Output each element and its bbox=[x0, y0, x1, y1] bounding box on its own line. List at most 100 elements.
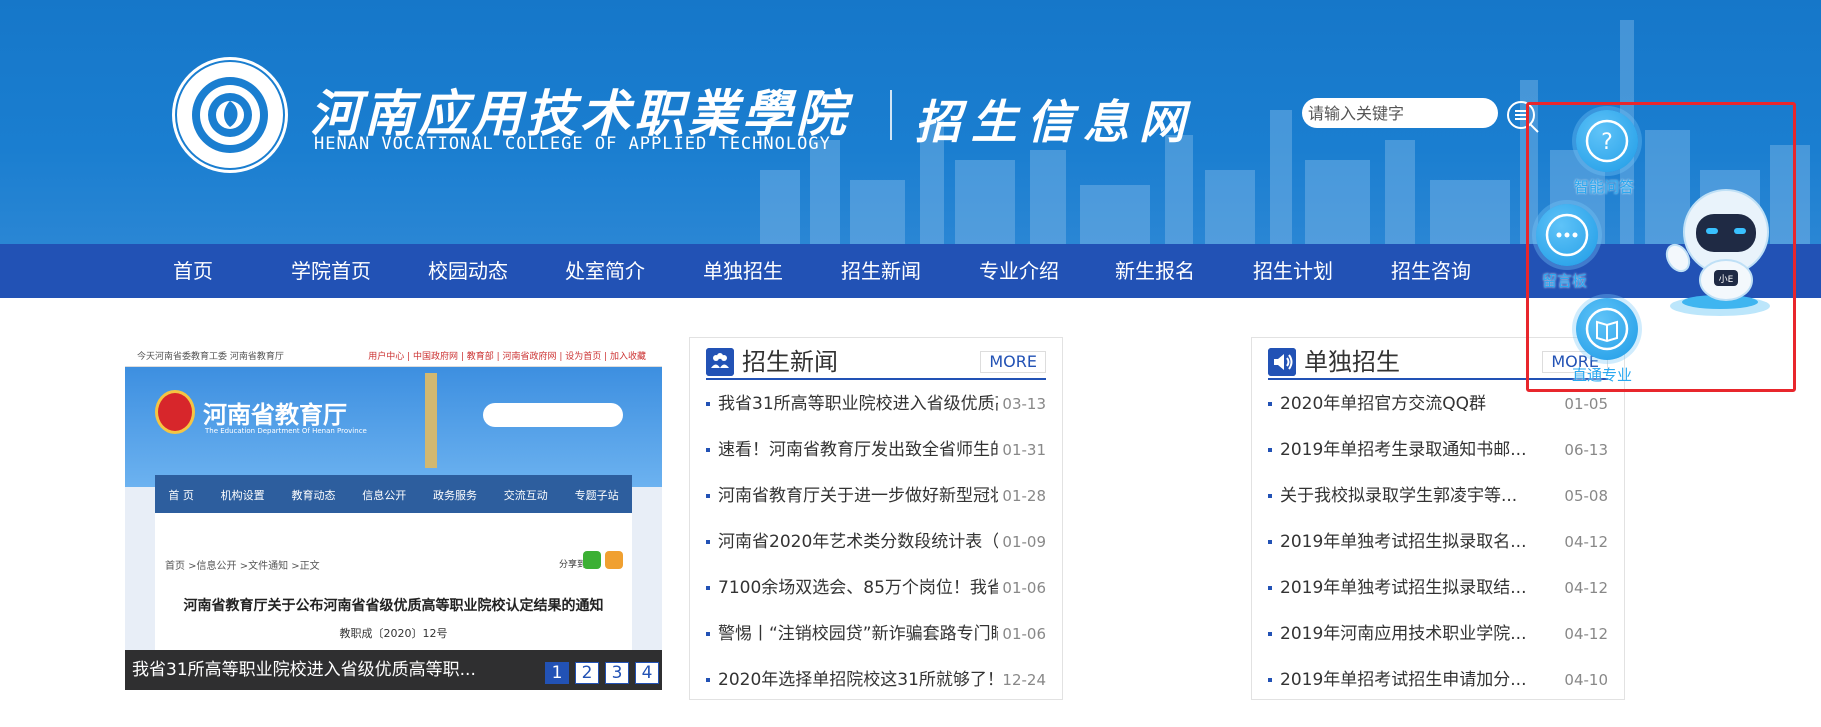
news-item[interactable]: 2019年单独考试招生拟录取结... 04-12 bbox=[1268, 576, 1608, 600]
bullet-icon bbox=[706, 448, 710, 452]
slide-tower bbox=[425, 373, 437, 468]
panel-header: 招生新闻 MORE bbox=[706, 344, 1046, 380]
slider-page-3[interactable]: 3 bbox=[605, 662, 629, 684]
emblem-icon bbox=[155, 390, 195, 434]
slide-menu-item: 信息公开 bbox=[362, 489, 407, 502]
panel-title: 单独招生 bbox=[1304, 348, 1400, 376]
news-date: 01-31 bbox=[1002, 441, 1046, 459]
slider-page-1[interactable]: 1 bbox=[545, 662, 569, 684]
bullet-icon bbox=[1268, 494, 1272, 498]
news-item[interactable]: 2020年单招官方交流QQ群 01-05 bbox=[1268, 392, 1608, 416]
nav-item-admission-news[interactable]: 招生新闻 bbox=[841, 244, 921, 298]
direct-major-label[interactable]: 直通专业 bbox=[1572, 364, 1632, 385]
slider-image[interactable]: 今天河南省委教育工委 河南省教育厅 用户中心 | 中国政府网 | 教育部 | 河… bbox=[125, 345, 662, 690]
bullet-icon bbox=[706, 494, 710, 498]
news-date: 04-10 bbox=[1564, 671, 1608, 689]
bullet-icon bbox=[1268, 632, 1272, 636]
nav-item-registration[interactable]: 新生报名 bbox=[1115, 244, 1195, 298]
news-item[interactable]: 我省31所高等职业院校进入省级优质高等职业...03-13 bbox=[706, 392, 1046, 416]
nav-item-admission-plan[interactable]: 招生计划 bbox=[1253, 244, 1333, 298]
news-item[interactable]: 2019年单招考试招生申请加分... 04-10 bbox=[1268, 668, 1608, 692]
slide-search bbox=[483, 403, 623, 427]
news-date: 01-05 bbox=[1564, 395, 1608, 413]
nav-item-home[interactable]: 首页 bbox=[173, 244, 213, 298]
people-icon bbox=[706, 348, 734, 376]
slider-caption[interactable]: 我省31所高等职业院校进入省级优质高等职... bbox=[132, 650, 476, 690]
slide-share: 分享到 bbox=[559, 560, 587, 570]
slide-menu-item: 政务服务 bbox=[433, 489, 478, 502]
slide-dept-name: 河南省教育厅 bbox=[203, 401, 347, 429]
news-title[interactable]: 2020年单招官方交流QQ群 bbox=[1280, 392, 1560, 416]
nav-item-majors[interactable]: 专业介绍 bbox=[979, 244, 1059, 298]
message-board-button[interactable]: 留言板 bbox=[1536, 204, 1606, 294]
bullet-icon bbox=[706, 402, 710, 406]
news-date: 06-13 bbox=[1564, 441, 1608, 459]
nav-item-consultation[interactable]: 招生咨询 bbox=[1391, 244, 1471, 298]
news-date: 12-24 bbox=[1002, 671, 1046, 689]
slide-menu-item: 机构设置 bbox=[220, 489, 265, 502]
slide-menu-item: 首 页 bbox=[168, 489, 194, 502]
bullet-icon bbox=[1268, 678, 1272, 682]
logo-divider bbox=[890, 90, 892, 140]
news-title[interactable]: 河南省教育厅关于进一步做好新型冠状病毒感... bbox=[718, 484, 998, 508]
smart-qa-label[interactable]: 智能问答 bbox=[1574, 176, 1634, 197]
bullet-icon bbox=[1268, 540, 1272, 544]
news-title[interactable]: 速看！河南省教育厅发出致全省师生的一封信！ bbox=[718, 438, 998, 462]
news-title[interactable]: 2019年单招考试招生申请加分... bbox=[1280, 668, 1560, 692]
news-item[interactable]: 2019年单独考试招生拟录取名... 04-12 bbox=[1268, 530, 1608, 554]
news-item[interactable]: 河南省教育厅关于进一步做好新型冠状病毒感...01-28 bbox=[706, 484, 1046, 508]
slide-article-no: 教职成〔2020〕12号 bbox=[339, 627, 448, 640]
bullet-icon bbox=[1268, 402, 1272, 406]
news-title[interactable]: 2019年单独考试招生拟录取名... bbox=[1280, 530, 1560, 554]
nav-item-college-home[interactable]: 学院首页 bbox=[291, 244, 371, 298]
college-name-en: HENAN VOCATIONAL COLLEGE OF APPLIED TECH… bbox=[314, 134, 831, 154]
news-item[interactable]: 警惕丨“注销校园贷”新诈骗套路专门瞄准90...01-06 bbox=[706, 622, 1046, 646]
news-item[interactable]: 速看！河南省教育厅发出致全省师生的一封信！01-31 bbox=[706, 438, 1046, 462]
slide-menu-item: 交流互动 bbox=[503, 489, 548, 502]
news-title[interactable]: 2020年选择单招院校这31所就够了！河南省省... bbox=[718, 668, 998, 692]
news-date: 05-08 bbox=[1564, 487, 1608, 505]
news-date: 04-12 bbox=[1564, 533, 1608, 551]
news-item[interactable]: 7100余场双选会、85万个岗位！我省为61万余...01-06 bbox=[706, 576, 1046, 600]
news-date: 04-12 bbox=[1564, 625, 1608, 643]
news-date: 01-28 bbox=[1002, 487, 1046, 505]
news-item[interactable]: 2020年选择单招院校这31所就够了！河南省省...12-24 bbox=[706, 668, 1046, 692]
bullet-icon bbox=[1268, 586, 1272, 590]
smart-qa-button[interactable]: ? 智能问答 bbox=[1574, 110, 1654, 200]
direct-major-button[interactable]: 直通专业 bbox=[1570, 298, 1650, 388]
news-date: 04-12 bbox=[1564, 579, 1608, 597]
news-title[interactable]: 关于我校拟录取学生郭凌宇等... bbox=[1280, 484, 1560, 508]
news-title[interactable]: 我省31所高等职业院校进入省级优质高等职业... bbox=[718, 392, 998, 416]
news-slider[interactable]: 今天河南省委教育工委 河南省教育厅 用户中心 | 中国政府网 | 教育部 | 河… bbox=[125, 345, 662, 690]
news-item[interactable]: 2019年河南应用技术职业学院... 04-12 bbox=[1268, 622, 1608, 646]
bullet-icon bbox=[706, 678, 710, 682]
slider-page-4[interactable]: 4 bbox=[635, 662, 659, 684]
slide-top-links: 今天河南省委教育工委 河南省教育厅 bbox=[137, 352, 284, 362]
nav-item-department[interactable]: 处室简介 bbox=[565, 244, 645, 298]
search-input[interactable] bbox=[1302, 98, 1498, 128]
news-title[interactable]: 2019年单招考生录取通知书邮... bbox=[1280, 438, 1560, 462]
slide-top-right: 用户中心 | 中国政府网 | 教育部 | 河南省政府网 | 设为首页 | 加入收… bbox=[368, 352, 646, 362]
chat-dots-icon bbox=[1536, 204, 1598, 266]
news-item[interactable]: 2019年单招考生录取通知书邮... 06-13 bbox=[1268, 438, 1608, 462]
news-title[interactable]: 7100余场双选会、85万个岗位！我省为61万余... bbox=[718, 576, 998, 600]
bullet-icon bbox=[1268, 448, 1272, 452]
slide-article-title: 河南省教育厅关于公布河南省省级优质高等职业院校认定结果的通知 bbox=[183, 598, 604, 614]
news-title[interactable]: 2019年单独考试招生拟录取结... bbox=[1280, 576, 1560, 600]
news-title[interactable]: 警惕丨“注销校园贷”新诈骗套路专门瞄准90... bbox=[718, 622, 998, 646]
news-title[interactable]: 2019年河南应用技术职业学院... bbox=[1280, 622, 1560, 646]
slider-page-2[interactable]: 2 bbox=[575, 662, 599, 684]
nav-item-single-enrollment[interactable]: 单独招生 bbox=[703, 244, 783, 298]
slide-dept-en: The Education Department Of Henan Provin… bbox=[205, 427, 367, 435]
robot-badge-text: 小E bbox=[1719, 274, 1734, 285]
weibo-icon bbox=[605, 551, 623, 569]
bullet-icon bbox=[706, 586, 710, 590]
wechat-icon bbox=[583, 551, 601, 569]
nav-item-campus-news[interactable]: 校园动态 bbox=[428, 244, 508, 298]
news-item[interactable]: 关于我校拟录取学生郭凌宇等... 05-08 bbox=[1268, 484, 1608, 508]
message-board-label[interactable]: 留言板 bbox=[1542, 270, 1587, 291]
more-button[interactable]: MORE bbox=[980, 351, 1046, 373]
news-item[interactable]: 河南省2020年艺术类分数段统计表（美术、书...01-09 bbox=[706, 530, 1046, 554]
robot-mascot-icon[interactable]: 小E bbox=[1656, 188, 1784, 318]
news-title[interactable]: 河南省2020年艺术类分数段统计表（美术、书... bbox=[718, 530, 998, 554]
